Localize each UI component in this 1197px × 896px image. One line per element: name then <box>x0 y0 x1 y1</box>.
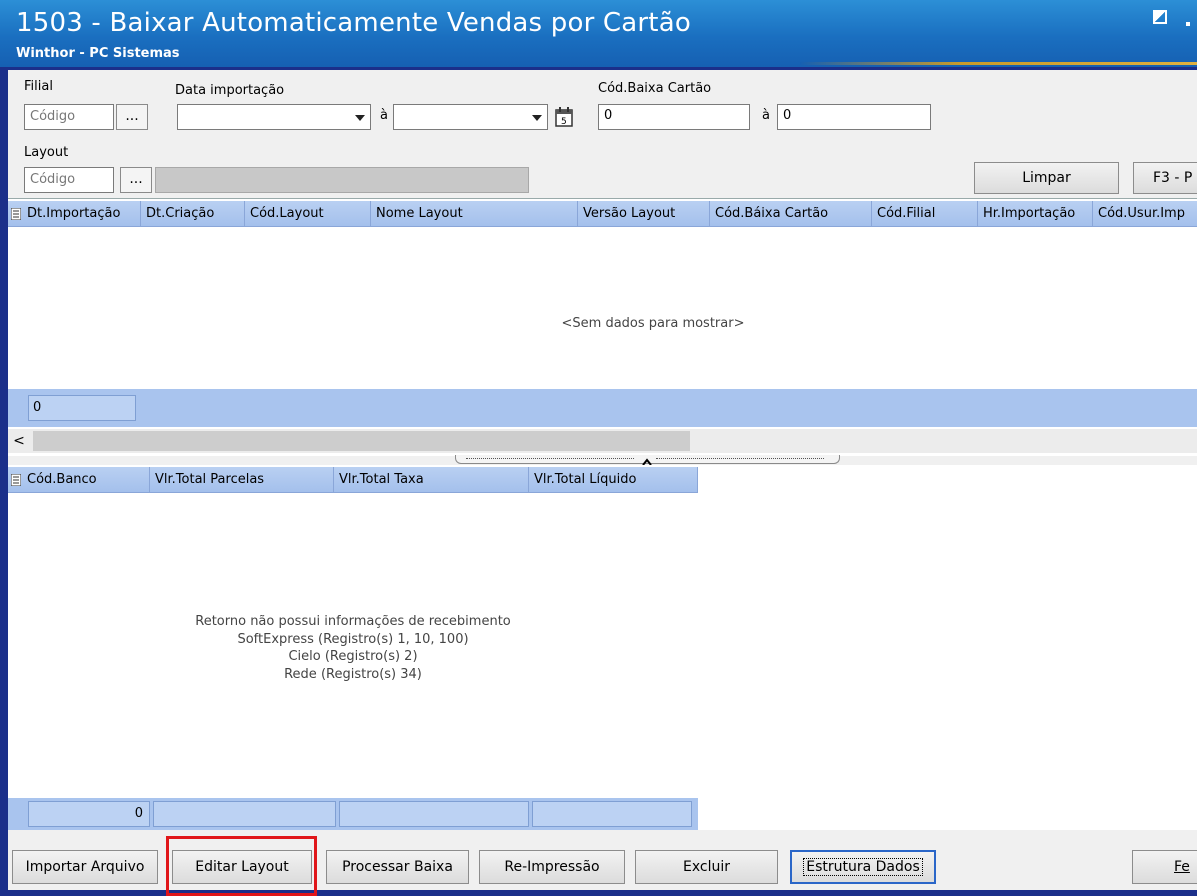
cod-baixa-to-input[interactable]: 0 <box>777 104 931 130</box>
cod-baixa-separator: à <box>762 108 770 123</box>
excluir-button[interactable]: Excluir <box>635 850 778 884</box>
layout-code-input[interactable]: Código <box>24 167 114 193</box>
imports-grid-header: Dt.Importação Dt.Criação Cód.Layout Nome… <box>8 201 1197 227</box>
message-line: Cielo (Registro(s) 2) <box>288 649 418 664</box>
layout-lookup-button[interactable]: ... <box>120 167 152 193</box>
chevron-down-icon[interactable] <box>528 106 546 129</box>
window-subtitle: Winthor - PC Sistemas <box>16 46 180 61</box>
window-title: 1503 - Baixar Automaticamente Vendas por… <box>16 8 691 38</box>
imports-count-cell: 0 <box>28 395 136 421</box>
column-header-cod-banco[interactable]: Cód.Banco <box>22 467 150 493</box>
main-window: Filial Código ... Data importação à 5 Có… <box>8 70 1197 896</box>
column-header-versao-layout[interactable]: Versão Layout <box>578 201 710 227</box>
column-header-cod-layout[interactable]: Cód.Layout <box>245 201 371 227</box>
imports-grid-footer: 0 <box>8 389 1197 427</box>
svg-text:5: 5 <box>561 117 567 127</box>
chevron-down-icon[interactable] <box>351 106 369 129</box>
column-header-vlr-total-parcelas[interactable]: Vlr.Total Parcelas <box>150 467 334 493</box>
message-line: SoftExpress (Registro(s) 1, 10, 100) <box>237 631 469 647</box>
data-importacao-to-combo[interactable] <box>393 104 548 130</box>
estrutura-dados-button[interactable]: Estrutura Dados <box>790 850 936 884</box>
estrutura-dados-label: Estrutura Dados <box>803 858 923 876</box>
filial-lookup-button[interactable]: ... <box>116 104 148 130</box>
window-control-icon[interactable] <box>1186 22 1190 26</box>
importar-arquivo-button[interactable]: Importar Arquivo <box>12 850 158 884</box>
calendar-icon[interactable]: 5 <box>551 106 577 130</box>
cod-baixa-label: Cód.Baixa Cartão <box>598 81 712 96</box>
column-header-hr-importacao[interactable]: Hr.Importação <box>978 201 1093 227</box>
totals-grid-header: Cód.Banco Vlr.Total Parcelas Vlr.Total T… <box>8 467 698 493</box>
cod-baixa-from-input[interactable]: 0 <box>598 104 750 130</box>
layout-name-display <box>155 167 529 193</box>
message-line: Rede (Registro(s) 34) <box>284 666 422 682</box>
total-cod-banco-cell: 0 <box>28 801 150 827</box>
title-bar: 1503 - Baixar Automaticamente Vendas por… <box>0 0 1197 67</box>
fechar-button[interactable]: Fe <box>1132 850 1197 884</box>
imports-grid: Dt.Importação Dt.Criação Cód.Layout Nome… <box>8 198 1197 456</box>
editar-layout-button[interactable]: Editar Layout <box>172 850 312 884</box>
chevron-up-icon[interactable] <box>642 455 652 466</box>
empty-totals-message: Retorno não possui informações de recebi… <box>8 613 698 683</box>
limpar-button[interactable]: Limpar <box>974 162 1119 194</box>
column-header-cod-baixa-cartao[interactable]: Cód.Báixa Cartão <box>710 201 872 227</box>
column-header-cod-filial[interactable]: Cód.Filial <box>872 201 978 227</box>
column-header-vlr-total-taxa[interactable]: Vlr.Total Taxa <box>334 467 529 493</box>
layout-label: Layout <box>24 145 69 160</box>
restore-window-icon[interactable] <box>1153 10 1167 24</box>
totals-grid-footer: 0 <box>8 798 698 830</box>
pesquisar-button[interactable]: F3 - P <box>1133 162 1197 194</box>
horizontal-scrollbar[interactable]: < <box>8 429 1197 453</box>
column-header-dt-importacao[interactable]: Dt.Importação <box>22 201 141 227</box>
data-importacao-label: Data importação <box>175 83 285 98</box>
column-chooser-icon[interactable] <box>10 473 22 487</box>
data-importacao-from-combo[interactable] <box>177 104 371 130</box>
message-line: Retorno não possui informações de recebi… <box>195 614 511 629</box>
totals-grid: Cód.Banco Vlr.Total Parcelas Vlr.Total T… <box>8 465 1197 830</box>
total-parcelas-cell <box>153 801 336 827</box>
total-liquido-cell <box>532 801 692 827</box>
empty-grid-message: <Sem dados para mostrar> <box>561 316 745 331</box>
column-header-nome-layout[interactable]: Nome Layout <box>371 201 578 227</box>
filial-label: Filial <box>24 79 53 94</box>
splitter-grip-left <box>466 458 634 459</box>
scroll-left-icon[interactable]: < <box>8 429 30 453</box>
column-header-dt-criacao[interactable]: Dt.Criação <box>141 201 245 227</box>
total-taxa-cell <box>339 801 529 827</box>
filial-code-input[interactable]: Código <box>24 104 114 130</box>
column-header-cod-usur-imp[interactable]: Cód.Usur.Imp <box>1093 201 1197 227</box>
splitter-grip-right <box>656 458 824 459</box>
date-separator: à <box>380 108 388 123</box>
panel-splitter[interactable] <box>455 455 840 466</box>
column-header-vlr-total-liquido[interactable]: Vlr.Total Líquido <box>529 467 698 493</box>
column-chooser-icon[interactable] <box>10 207 22 221</box>
scrollbar-thumb[interactable] <box>33 431 690 451</box>
title-accent-line <box>800 62 1197 65</box>
re-impressao-button[interactable]: Re-Impressão <box>479 850 625 884</box>
processar-baixa-button[interactable]: Processar Baixa <box>326 850 469 884</box>
